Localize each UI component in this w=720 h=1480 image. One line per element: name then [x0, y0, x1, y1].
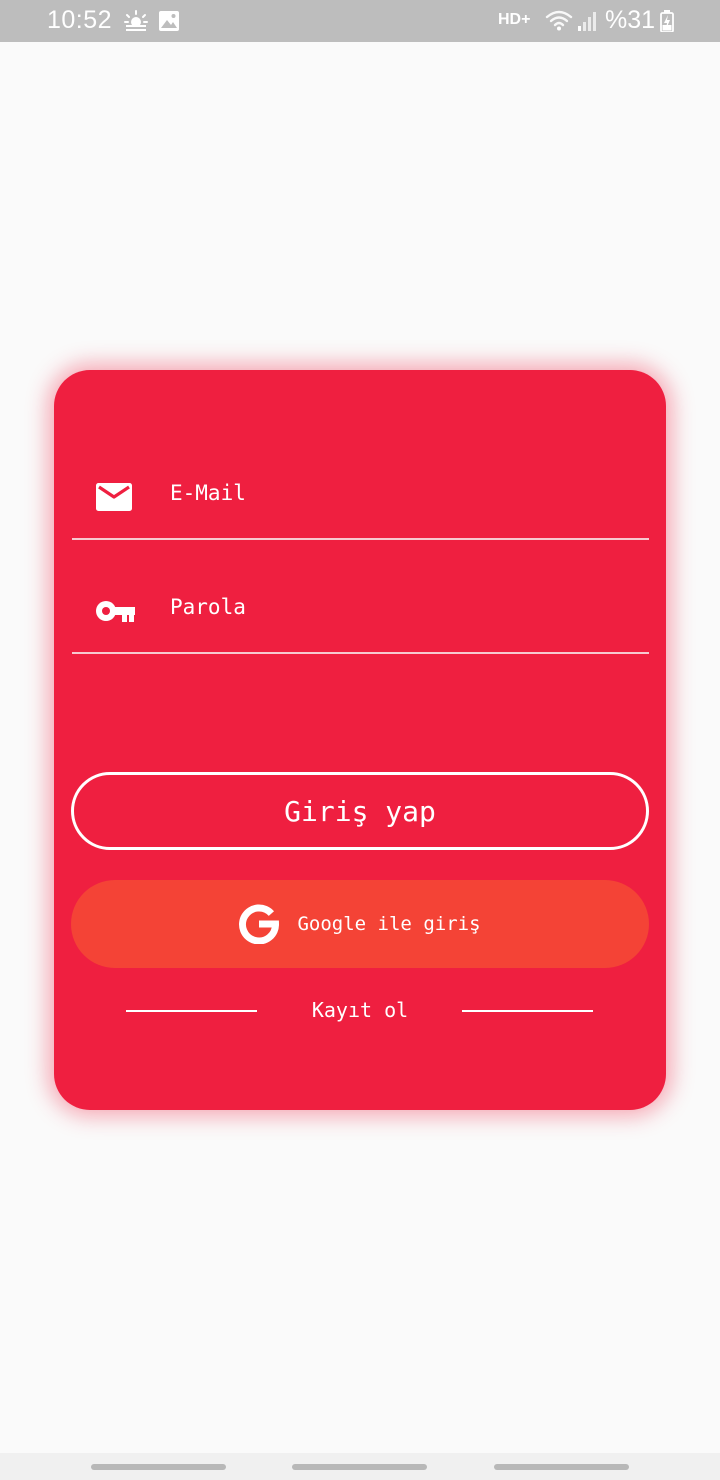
email-input[interactable]: [170, 480, 630, 506]
wifi-icon: [545, 10, 573, 31]
google-icon: [239, 904, 280, 944]
signup-row: Kayıt ol: [54, 998, 666, 1026]
status-bar: 10:52 HD+ %31: [0, 0, 720, 42]
key-icon: [96, 601, 135, 622]
password-field[interactable]: [72, 594, 649, 654]
signal-icon: [578, 12, 596, 31]
mail-icon: [96, 483, 132, 511]
gallery-icon: [159, 11, 179, 31]
login-card: Giriş yap Google ile giriş Kayıt ol: [54, 370, 666, 1110]
email-field[interactable]: [72, 480, 649, 540]
login-button-label: Giriş yap: [284, 794, 436, 828]
weather-icon: [124, 10, 148, 31]
status-time: 10:52: [47, 6, 113, 34]
recents-handle[interactable]: [91, 1464, 226, 1470]
google-login-button[interactable]: Google ile giriş: [71, 880, 649, 968]
home-handle[interactable]: [292, 1464, 427, 1470]
divider-right: [462, 1010, 593, 1012]
password-input[interactable]: [170, 594, 630, 620]
battery-level: %31: [605, 6, 656, 34]
battery-icon: [660, 10, 674, 32]
navigation-bar: [0, 1453, 720, 1480]
login-button[interactable]: Giriş yap: [71, 772, 649, 850]
back-handle[interactable]: [494, 1464, 629, 1470]
network-type: HD+: [498, 11, 531, 28]
google-button-label: Google ile giriş: [297, 913, 481, 935]
